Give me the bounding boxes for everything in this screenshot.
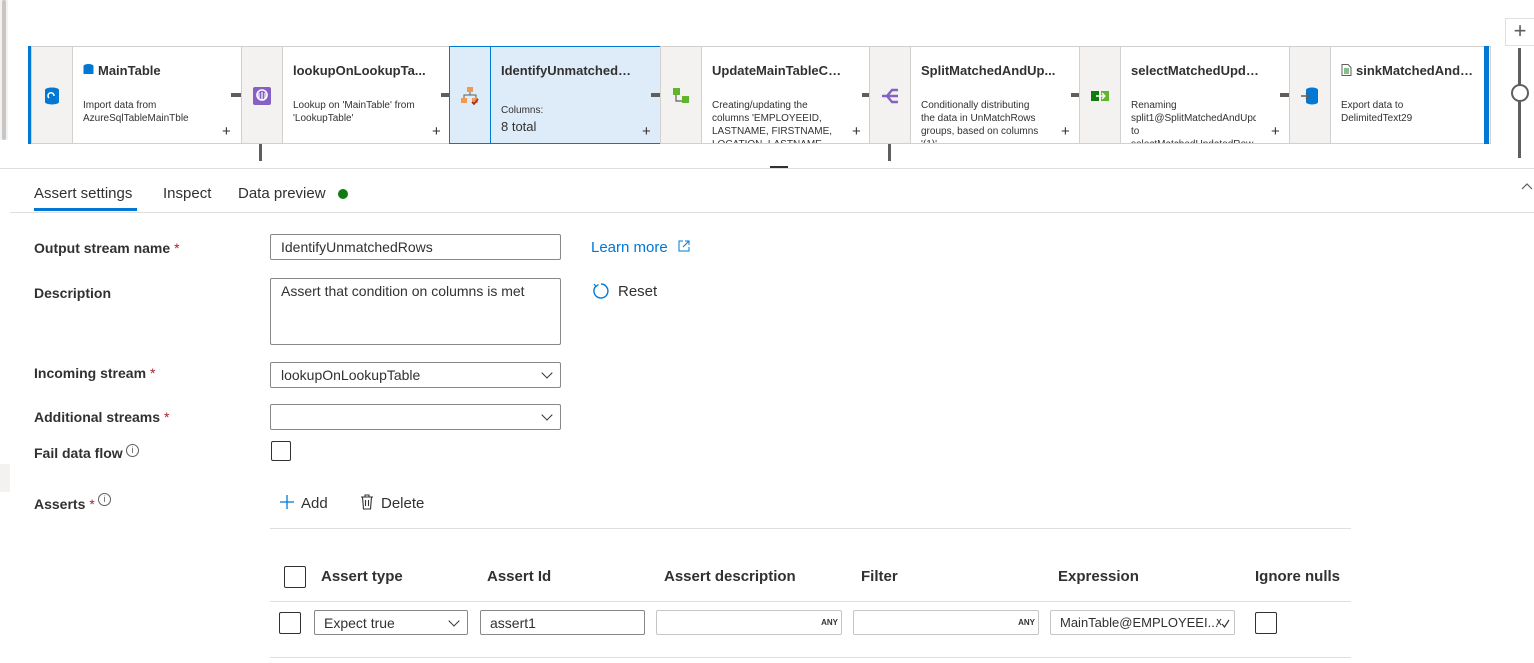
columns-label: Columns: <box>501 105 544 116</box>
column-header-ignore-nulls: Ignore nulls <box>1255 568 1341 585</box>
filter-expression-input[interactable]: ANY <box>853 610 1039 635</box>
columns-count: 8 total <box>501 119 537 134</box>
assert-description-input[interactable]: ANY <box>656 610 842 635</box>
node-title: SplitMatchedAndUp... <box>921 63 1056 78</box>
learn-more-link[interactable]: Learn more <box>591 239 690 256</box>
node-description: Export data to DelimitedText29 <box>1341 100 1413 124</box>
node-description: Renaming split1@SplitMatchedAndUpdatedRo… <box>1131 100 1256 137</box>
select-icon <box>1091 91 1109 101</box>
node-description: Lookup on 'MainTable' from 'LookupTable' <box>293 100 415 124</box>
additional-streams-label: Additional streams * <box>34 409 170 425</box>
add-transform-button[interactable]: + <box>432 124 441 139</box>
add-transform-button[interactable]: + <box>852 124 861 139</box>
any-type-tag: ANY <box>1018 618 1035 627</box>
fail-data-flow-label: Fail data flow <box>34 445 123 461</box>
node-title: sinkMatchedAndU... <box>1356 63 1476 78</box>
chevron-up-icon[interactable] <box>1521 182 1533 190</box>
incoming-stream-label: Incoming stream * <box>34 365 156 381</box>
node-title: MainTable <box>98 63 161 78</box>
chevron-down-icon <box>541 409 553 421</box>
column-header-assert-description: Assert description <box>664 568 796 585</box>
external-link-icon <box>678 240 690 252</box>
description-label: Description <box>34 285 112 301</box>
settings-tabs: Assert settings Inspect Data preview <box>10 170 1534 213</box>
fail-data-flow-checkbox[interactable] <box>271 441 291 461</box>
tab-inspect[interactable]: Inspect <box>163 185 211 202</box>
side-panel-marker <box>0 464 10 492</box>
plus-icon <box>280 495 294 509</box>
add-transform-button[interactable]: + <box>642 124 651 139</box>
reset-button[interactable]: Reset <box>592 282 657 300</box>
derived-column-icon <box>673 88 689 103</box>
select-all-checkbox[interactable] <box>284 566 306 588</box>
add-transform-button[interactable]: + <box>1061 124 1070 139</box>
output-stream-label: Output stream name * <box>34 240 180 256</box>
assert-type-select[interactable]: Expect true <box>314 610 468 635</box>
tab-data-preview[interactable]: Data preview <box>238 185 326 202</box>
resize-handle[interactable] <box>770 166 788 168</box>
node-description: Creating/updating the columns 'EMPLOYEEI… <box>712 100 833 137</box>
any-type-tag: ANY <box>821 618 838 627</box>
tab-assert-settings[interactable]: Assert settings <box>34 185 132 202</box>
additional-streams-select[interactable] <box>270 404 561 430</box>
node-title: UpdateMainTableCol... <box>712 63 847 78</box>
info-icon[interactable]: i <box>126 444 139 457</box>
assert-icon <box>461 87 479 106</box>
file-icon <box>1341 64 1352 76</box>
flow-end-marker <box>1484 46 1489 144</box>
node-title: lookupOnLookupTa... <box>293 63 426 78</box>
node-title: IdentifyUnmatchedR... <box>501 63 636 78</box>
column-header-assert-type: Assert type <box>321 568 403 585</box>
expression-builder-icon[interactable] <box>1216 616 1230 630</box>
add-transform-button[interactable]: + <box>1271 124 1280 139</box>
active-tab-indicator <box>34 208 137 211</box>
row-select-checkbox[interactable] <box>279 612 301 634</box>
status-badge <box>338 189 348 199</box>
asserts-label: Asserts * <box>34 496 95 512</box>
reset-icon <box>593 283 609 299</box>
add-assert-button[interactable]: Add <box>279 494 328 512</box>
chevron-down-icon <box>541 367 553 379</box>
node-description: Conditionally distributing the data in U… <box>921 100 1039 137</box>
source-database-icon <box>45 87 59 105</box>
assert-id-input[interactable]: assert1 <box>480 610 645 635</box>
zoom-slider-track[interactable] <box>1518 48 1521 158</box>
conditional-split-icon <box>882 88 898 104</box>
delete-assert-button[interactable]: Delete <box>360 494 424 512</box>
dataflow-canvas[interactable]: MainTable Import data from AzureSqlTable… <box>0 0 1534 169</box>
ignore-nulls-checkbox[interactable] <box>1255 612 1277 634</box>
lookup-icon <box>253 87 271 105</box>
column-header-filter: Filter <box>861 568 898 585</box>
incoming-stream-select[interactable]: lookupOnLookupTable <box>270 362 561 388</box>
zoom-slider-thumb[interactable] <box>1511 84 1529 102</box>
column-header-assert-id: Assert Id <box>487 568 552 585</box>
trash-icon <box>361 494 373 510</box>
description-textarea[interactable]: Assert that condition on columns is met <box>270 278 561 345</box>
output-stream-input[interactable]: IdentifyUnmatchedRows <box>270 234 561 260</box>
chevron-down-icon <box>448 615 460 627</box>
table-icon <box>83 64 94 76</box>
node-title: selectMatchedUpdat... <box>1131 63 1266 78</box>
column-header-expression: Expression <box>1058 568 1139 585</box>
expression-input[interactable]: MainTable@EMPLOYEEI... <box>1050 610 1235 635</box>
vertical-scrollbar[interactable] <box>0 0 8 140</box>
node-description: Import data from AzureSqlTableMainTble <box>83 100 189 124</box>
zoom-in-button[interactable]: + <box>1505 18 1534 46</box>
add-transform-button[interactable]: + <box>222 124 231 139</box>
info-icon[interactable]: i <box>98 493 111 506</box>
sink-database-icon <box>1301 87 1318 105</box>
